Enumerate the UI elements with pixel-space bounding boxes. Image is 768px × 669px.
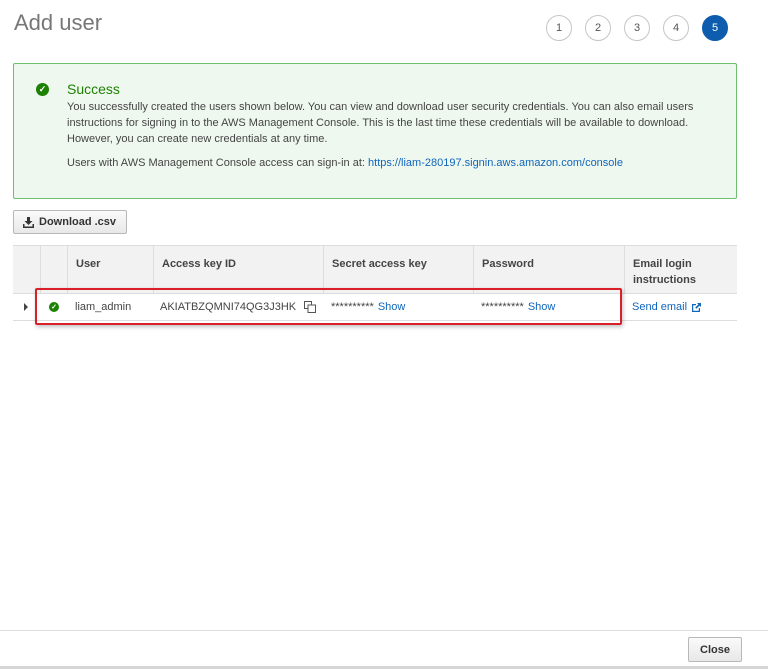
success-alert: ✓ Success You successfully created the u… [13,63,737,199]
column-header-email-login-instructions[interactable]: Email login instructions [624,246,737,294]
modal-footer: Close [0,630,768,669]
signin-prefix: Users with AWS Management Console access… [67,157,365,169]
step-5-current: 5 [702,15,728,41]
alert-title: Success [67,81,120,97]
external-link-icon[interactable] [691,302,702,313]
step-2[interactable]: 2 [585,15,611,41]
download-csv-label: Download .csv [39,216,117,228]
page-title: Add user [14,10,103,35]
column-header-user[interactable]: User [67,246,153,294]
expand-row-toggle[interactable] [24,294,28,320]
expand-column-header [13,246,40,294]
highlight-annotation-box [35,288,622,325]
expand-caret-icon [24,303,28,311]
signin-url-link[interactable]: https://liam-280197.signin.aws.amazon.co… [368,157,623,169]
download-icon [23,216,34,228]
step-indicator: 1 2 3 4 5 [546,15,741,41]
download-csv-button[interactable]: Download .csv [13,210,127,234]
close-button[interactable]: Close [688,637,742,662]
status-column-header [40,246,67,294]
send-email-link[interactable]: Send email [632,301,687,313]
check-circle-icon: ✓ [36,83,49,96]
step-3[interactable]: 3 [624,15,650,41]
alert-message: You successfully created the users shown… [67,101,694,145]
step-4[interactable]: 4 [663,15,689,41]
step-1[interactable]: 1 [546,15,572,41]
column-header-password[interactable]: Password [473,246,624,294]
signin-info: Users with AWS Management Console access… [67,157,623,169]
send-email-cell: Send email [632,294,702,320]
table-header: User Access key ID Secret access key Pas… [13,245,737,294]
column-header-secret-access-key[interactable]: Secret access key [323,246,473,294]
column-header-access-key-id[interactable]: Access key ID [153,246,323,294]
